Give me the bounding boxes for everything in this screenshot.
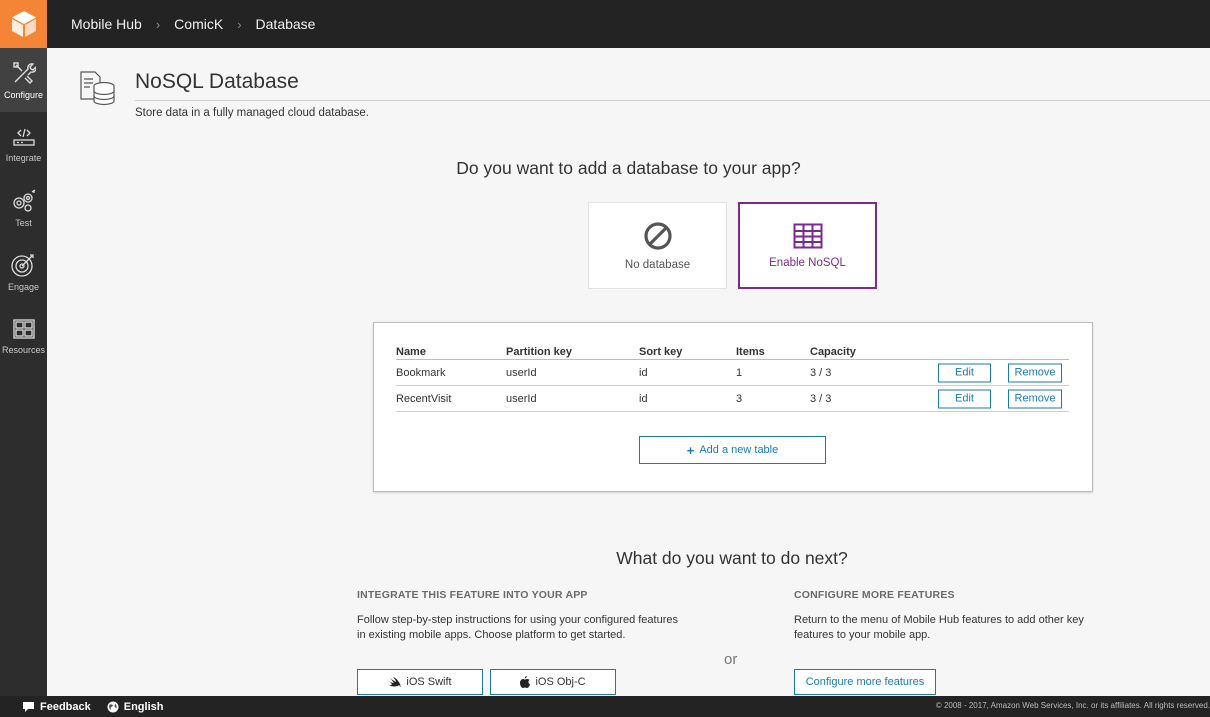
sidebar-item-label: Resources (1, 344, 46, 355)
sidebar-item-configure[interactable]: Configure (0, 48, 47, 112)
ios-swift-label: iOS Swift (406, 676, 452, 688)
ios-objc-label: iOS Obj-C (535, 676, 586, 688)
table-icon (793, 223, 822, 248)
item-count: 3 (736, 392, 743, 405)
add-table-label: Add a new table (699, 444, 779, 456)
sidebar-item-test[interactable]: Test (0, 176, 47, 240)
ios-swift-button[interactable]: iOS Swift (357, 669, 483, 695)
grid-icon (12, 318, 35, 339)
tables-panel: Name Partition key Sort key Items Capaci… (373, 322, 1093, 492)
column-header: Items (736, 346, 765, 358)
column-header: Sort key (639, 346, 683, 358)
language-label: English (123, 700, 164, 713)
plus-icon: + (686, 442, 695, 458)
nosql-tables: Name Partition key Sort key Items Capaci… (396, 345, 1069, 412)
column-header: Name (396, 346, 426, 358)
configure-heading: CONFIGURE MORE FEATURES (794, 589, 955, 601)
sidebar-item-label: Engage (7, 281, 40, 292)
partition-key: userId (506, 392, 537, 405)
page-title: NoSQL Database (135, 70, 299, 93)
table-name: RecentVisit (396, 392, 452, 405)
add-table-button[interactable]: + Add a new table (639, 436, 826, 464)
remove-button[interactable]: Remove (1008, 363, 1062, 382)
configure-more-features-button[interactable]: Configure more features (794, 669, 936, 695)
sidebar-item-engage[interactable]: Engage (0, 240, 47, 304)
edit-button[interactable]: Edit (938, 363, 991, 382)
no-database-option[interactable]: No database (588, 202, 727, 289)
sidebar-item-label: Test (15, 217, 32, 228)
configure-text: Return to the menu of Mobile Hub feature… (794, 614, 1084, 641)
title-divider (135, 100, 1210, 101)
sidebar: Configure Integrate Test Engage Resource… (0, 48, 47, 696)
apple-icon (520, 676, 531, 688)
breadcrumb-project[interactable]: ComicK (174, 16, 223, 32)
partition-key: userId (506, 366, 537, 379)
sort-key: id (639, 392, 648, 405)
option-label: Enable NoSQL (769, 256, 846, 269)
code-icon (12, 128, 35, 146)
table-name: Bookmark (396, 366, 446, 379)
database-question: Do you want to add a database to your ap… (456, 158, 801, 178)
language-selector[interactable]: English (107, 700, 164, 713)
chevron-right-icon: › (237, 16, 242, 32)
column-header: Partition key (506, 346, 573, 358)
target-icon (10, 253, 34, 277)
option-label: No database (624, 258, 691, 271)
swift-icon (389, 676, 401, 687)
copyright-text: © 2008 - 2017, Amazon Web Services, Inc.… (935, 701, 1210, 710)
footer-bar: Feedback English © 2008 - 2017, Amazon W… (0, 696, 1210, 717)
top-navigation-bar: Mobile Hub › ComicK › Database (0, 0, 1210, 48)
enable-nosql-option[interactable]: Enable NoSQL (738, 202, 877, 289)
sidebar-item-label: Configure (3, 89, 44, 100)
capacity: 3 / 3 (810, 366, 832, 379)
sidebar-item-label: Integrate (5, 152, 42, 163)
breadcrumb-current: Database (255, 16, 316, 32)
tools-icon (12, 61, 36, 84)
chevron-right-icon: › (155, 16, 161, 32)
globe-icon (107, 701, 119, 712)
feedback-label: Feedback (40, 700, 91, 713)
item-count: 1 (736, 366, 743, 379)
table-row: Bookmark userId id 1 3 / 3 Edit Remove (396, 360, 1069, 386)
table-row: RecentVisit userId id 3 3 / 3 Edit Remov… (396, 386, 1069, 412)
capacity: 3 / 3 (810, 392, 832, 405)
column-header: Capacity (810, 346, 856, 358)
edit-button[interactable]: Edit (938, 389, 991, 408)
speech-bubble-icon (23, 701, 34, 712)
breadcrumb: Mobile Hub › ComicK › Database (71, 16, 315, 32)
ios-objc-button[interactable]: iOS Obj-C (490, 669, 616, 695)
prohibited-icon (643, 221, 672, 250)
remove-button[interactable]: Remove (1008, 389, 1062, 408)
feedback-button[interactable]: Feedback (22, 701, 91, 713)
or-label: or (724, 651, 738, 668)
gears-icon (12, 188, 35, 212)
next-steps-title: What do you want to do next? (616, 548, 848, 568)
sort-key: id (639, 366, 648, 379)
integrate-heading: INTEGRATE THIS FEATURE INTO YOUR APP (357, 589, 588, 601)
table-header-row: Name Partition key Sort key Items Capaci… (396, 345, 1069, 360)
sidebar-item-resources[interactable]: Resources (0, 304, 47, 368)
main-content: NoSQL Database Store data in a fully man… (47, 48, 1210, 696)
sidebar-item-integrate[interactable]: Integrate (0, 112, 47, 176)
database-icon (79, 70, 117, 111)
breadcrumb-mobile-hub[interactable]: Mobile Hub (71, 16, 142, 32)
cube-icon[interactable] (0, 0, 47, 48)
integrate-text: Follow step-by-step instructions for usi… (357, 614, 678, 641)
page-description: Store data in a fully managed cloud data… (135, 107, 369, 119)
